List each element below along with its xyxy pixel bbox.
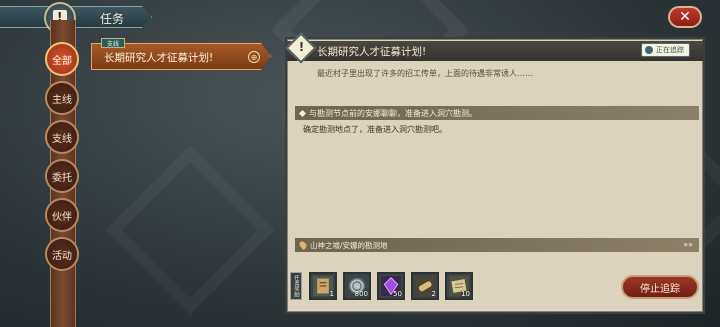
background-decoration [105, 145, 275, 315]
detail-title: 长期研究人才征募计划! [317, 46, 427, 58]
stop-tracking-button[interactable]: 停止追踪 [621, 275, 699, 299]
filter-all[interactable]: 全部 [45, 42, 79, 76]
objective-bar: 与勘测节点前的安娜聊聊，准备进入洞穴勘测。 [295, 106, 699, 120]
reward-quantity: 2 [431, 290, 436, 298]
rewards-label: 任务奖励 [290, 272, 302, 300]
diamond-bullet-icon [298, 109, 307, 117]
objective-text: 与勘测节点前的安娜聊聊，准备进入洞穴勘测。 [309, 108, 477, 118]
quest-name: 长期研究人才征募计划! [104, 52, 214, 64]
quest-description: 最近村子里出现了许多的招工传单，上面的待遇非常诱人…… [317, 69, 533, 78]
filter-commission[interactable]: 委托 [45, 159, 79, 193]
reward-item[interactable]: 800 [343, 272, 371, 300]
reward-item[interactable]: 1 [309, 272, 337, 300]
quest-type-label: 支线 [107, 40, 120, 48]
close-icon: ✕ [679, 9, 691, 25]
location-text: 山神之墟/安娜的勘测地 [310, 240, 388, 250]
tracking-target-icon: ⊕ [248, 51, 260, 63]
close-button[interactable]: ✕ [668, 6, 702, 28]
filter-label: 活动 [52, 250, 72, 262]
location-pin-icon [298, 240, 308, 250]
objective-detail: 确定勘测地点了，准备进入洞穴勘测吧。 [303, 125, 447, 134]
reward-quantity: 1 [329, 290, 334, 298]
filter-label: 委托 [52, 172, 72, 184]
reward-item[interactable]: 2 [411, 272, 439, 300]
filter-event[interactable]: 活动 [45, 237, 79, 271]
location-bar[interactable]: 山神之墟/安娜的勘测地 »» [295, 238, 699, 252]
reward-quantity: 800 [354, 290, 368, 298]
filter-label: 主线 [52, 94, 72, 106]
filter-side[interactable]: 支线 [45, 120, 79, 154]
quest-detail-panel: 长期研究人才征募计划! ! 正在追踪 最近村子里出现了许多的招工传单，上面的待遇… [285, 32, 705, 314]
reward-quantity: 50 [393, 290, 402, 298]
quest-type-tag: 支线 [101, 38, 126, 48]
reward-item[interactable]: 50 [377, 272, 405, 300]
reward-item[interactable]: 10 [445, 272, 473, 300]
filter-main[interactable]: 主线 [45, 81, 79, 115]
filter-label: 全部 [52, 55, 72, 67]
filter-label: 支线 [52, 133, 72, 145]
tracking-status-badge: 正在追踪 [641, 43, 690, 57]
reward-quantity: 10 [461, 290, 470, 298]
filter-label: 伙伴 [52, 211, 72, 223]
filter-companion[interactable]: 伙伴 [45, 198, 79, 232]
page-title: 任务 [100, 12, 125, 26]
title-bar: 任务 [0, 6, 152, 28]
navigate-arrows-icon[interactable]: »» [683, 240, 693, 249]
tracking-icon [645, 46, 653, 54]
tracking-status-label: 正在追踪 [656, 46, 684, 54]
